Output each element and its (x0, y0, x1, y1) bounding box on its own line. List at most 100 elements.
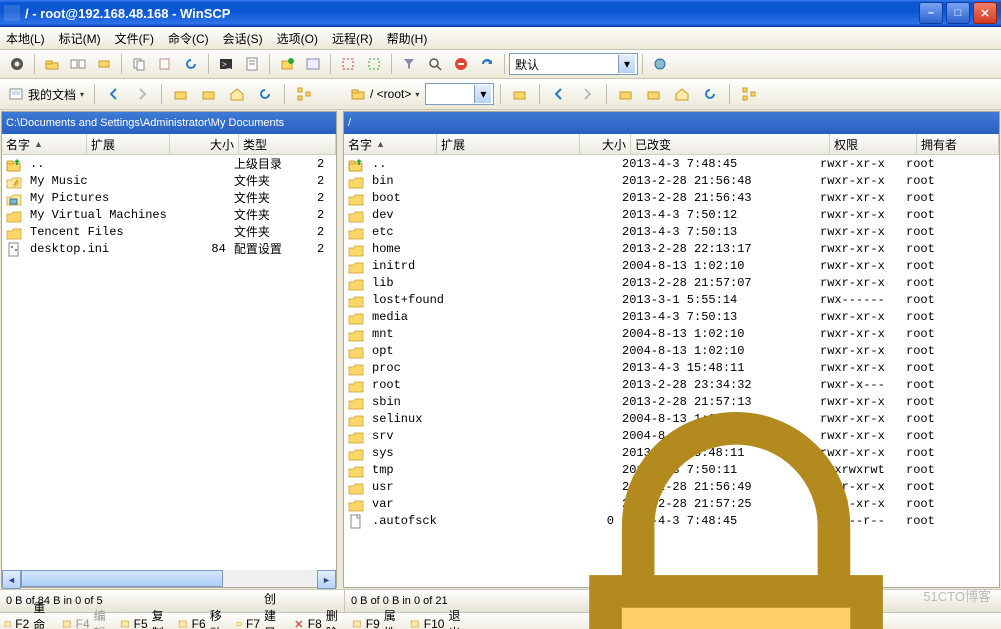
options-icon[interactable] (5, 52, 29, 76)
menu-item[interactable]: 远程(R) (332, 30, 373, 47)
list-item[interactable]: lost+found2013-3-1 5:55:14rwx------root (344, 291, 999, 308)
list-item[interactable]: My Virtual Machines文件夹2 (2, 206, 336, 223)
list-item[interactable]: Tencent Files文件夹2 (2, 223, 336, 240)
local-root-icon[interactable] (197, 82, 221, 106)
chevron-down-icon[interactable]: ▾ (618, 55, 635, 73)
menu-item[interactable]: 会话(S) (223, 30, 263, 47)
remote-root-icon[interactable] (642, 82, 666, 106)
scroll-thumb[interactable] (21, 570, 223, 587)
maximize-button[interactable]: □ (946, 2, 970, 24)
file-perm: rwxr-xr-x (816, 310, 902, 324)
file-perm: rwxr-xr-x (816, 225, 902, 239)
menu-item[interactable]: 文件(F) (115, 30, 154, 47)
refresh-icon[interactable] (179, 52, 203, 76)
list-item[interactable]: etc2013-4-3 7:50:13rwxr-xr-xroot (344, 223, 999, 240)
fnkey-f8[interactable]: F8删除 (294, 607, 342, 629)
local-back-icon[interactable] (102, 82, 126, 106)
local-refresh-icon[interactable] (253, 82, 277, 106)
remote-col-size[interactable]: 大小 (580, 134, 631, 154)
find-icon[interactable] (423, 52, 447, 76)
menu-item[interactable]: 本地(L) (6, 30, 45, 47)
local-tree-icon[interactable] (292, 82, 316, 106)
remote-open-icon[interactable] (508, 82, 532, 106)
list-item[interactable]: dev2013-4-3 7:50:12rwxr-xr-xroot (344, 206, 999, 223)
remote-col-name[interactable]: 名字▲ (344, 134, 437, 154)
list-item[interactable]: mnt2004-8-13 1:02:10rwxr-xr-xroot (344, 325, 999, 342)
list-item[interactable]: bin2013-2-28 21:56:48rwxr-xr-xroot (344, 172, 999, 189)
list-item[interactable]: desktop.ini84配置设置2 (2, 240, 336, 257)
filter-icon[interactable] (397, 52, 421, 76)
list-item[interactable]: media2013-4-3 7:50:13rwxr-xr-xroot (344, 308, 999, 325)
list-item[interactable]: home2013-2-28 22:13:17rwxr-xr-xroot (344, 240, 999, 257)
scroll-right-icon[interactable]: ► (317, 570, 336, 589)
list-item[interactable]: My Pictures文件夹2 (2, 189, 336, 206)
list-item[interactable]: lib2013-2-28 21:57:07rwxr-xr-xroot (344, 274, 999, 291)
list-item[interactable]: ..上级目录2 (2, 155, 336, 172)
local-parent-icon[interactable] (169, 82, 193, 106)
remote-back-icon[interactable] (547, 82, 571, 106)
scroll-left-icon[interactable]: ◄ (2, 570, 21, 589)
minimize-button[interactable]: – (919, 2, 943, 24)
remote-col-ext[interactable]: 扩展 (437, 134, 580, 154)
menu-item[interactable]: 标记(M) (59, 30, 101, 47)
local-file-list[interactable]: ..上级目录2My Music文件夹2My Pictures文件夹2My Vir… (2, 155, 336, 570)
local-drive-selector[interactable]: 我的文档 ▾ (4, 86, 88, 103)
local-col-type[interactable]: 类型 (239, 134, 336, 154)
move-icon[interactable] (153, 52, 177, 76)
fnkey-f10[interactable]: F10退出 (410, 607, 465, 629)
remote-fwd-icon[interactable] (575, 82, 599, 106)
reconnect-icon[interactable] (475, 52, 499, 76)
local-home-icon[interactable] (225, 82, 249, 106)
selectall-icon[interactable] (336, 52, 360, 76)
fnkey-f2[interactable]: F2重命名 (4, 599, 52, 629)
menu-item[interactable]: 帮助(H) (387, 30, 428, 47)
folder-icon (348, 293, 364, 307)
close-button[interactable]: ✕ (973, 2, 997, 24)
remote-tree-icon[interactable] (737, 82, 761, 106)
chevron-down-icon[interactable]: ▾ (474, 85, 491, 103)
file-owner: root (902, 344, 999, 358)
menu-item[interactable]: 命令(C) (168, 30, 209, 47)
fnkey-f7[interactable]: F7创建目录 (236, 590, 284, 629)
local-hscrollbar[interactable]: ◄ ► (2, 570, 336, 587)
pane-splitter[interactable] (338, 110, 342, 589)
lock-icon (475, 363, 997, 629)
sync-browse-icon[interactable] (92, 52, 116, 76)
deselect-icon[interactable] (362, 52, 386, 76)
local-fwd-icon[interactable] (130, 82, 154, 106)
remote-path-combo[interactable]: ▾ (425, 83, 494, 105)
folder-icon (348, 310, 364, 324)
transfer-preset-combo[interactable]: 默认 ▾ (509, 53, 638, 75)
fnkey-f6[interactable]: F6移动 (178, 607, 226, 629)
savedsession-icon[interactable] (301, 52, 325, 76)
setpreset-icon[interactable] (648, 52, 672, 76)
fnkey-f5[interactable]: F5复制 (120, 607, 168, 629)
list-item[interactable]: opt2004-8-13 1:02:10rwxr-xr-xroot (344, 342, 999, 359)
file-perm: rwxr-xr-x (816, 191, 902, 205)
fnkey-f9[interactable]: F9属性 (352, 607, 400, 629)
remote-col-perm[interactable]: 权限 (830, 134, 917, 154)
local-col-ext[interactable]: 扩展 (87, 134, 170, 154)
list-item[interactable]: boot2013-2-28 21:56:43rwxr-xr-xroot (344, 189, 999, 206)
local-col-size[interactable]: 大小 (170, 134, 239, 154)
remote-col-owner[interactable]: 拥有者 (917, 134, 999, 154)
sync-icon[interactable] (40, 52, 64, 76)
list-item[interactable]: initrd2004-8-13 1:02:10rwxr-xr-xroot (344, 257, 999, 274)
newsession-icon[interactable] (275, 52, 299, 76)
console-icon[interactable]: >_ (214, 52, 238, 76)
remote-home-icon[interactable] (670, 82, 694, 106)
remote-refresh-icon[interactable] (698, 82, 722, 106)
menu-item[interactable]: 选项(O) (277, 30, 318, 47)
remote-drive-selector[interactable]: / <root> ▾ (346, 86, 423, 102)
compare-icon[interactable] (66, 52, 90, 76)
fnkey-f4[interactable]: F4编辑 (62, 607, 110, 629)
remote-parent-icon[interactable] (614, 82, 638, 106)
stop-icon[interactable] (449, 52, 473, 76)
log-icon[interactable] (240, 52, 264, 76)
local-col-name[interactable]: 名字▲ (2, 134, 87, 154)
copy-icon[interactable] (127, 52, 151, 76)
remote-col-changed[interactable]: 已改变 (631, 134, 830, 154)
list-item[interactable]: My Music文件夹2 (2, 172, 336, 189)
list-item[interactable]: ..2013-4-3 7:48:45rwxr-xr-xroot (344, 155, 999, 172)
file-changed: 2004-8-13 1:02:10 (618, 327, 816, 341)
